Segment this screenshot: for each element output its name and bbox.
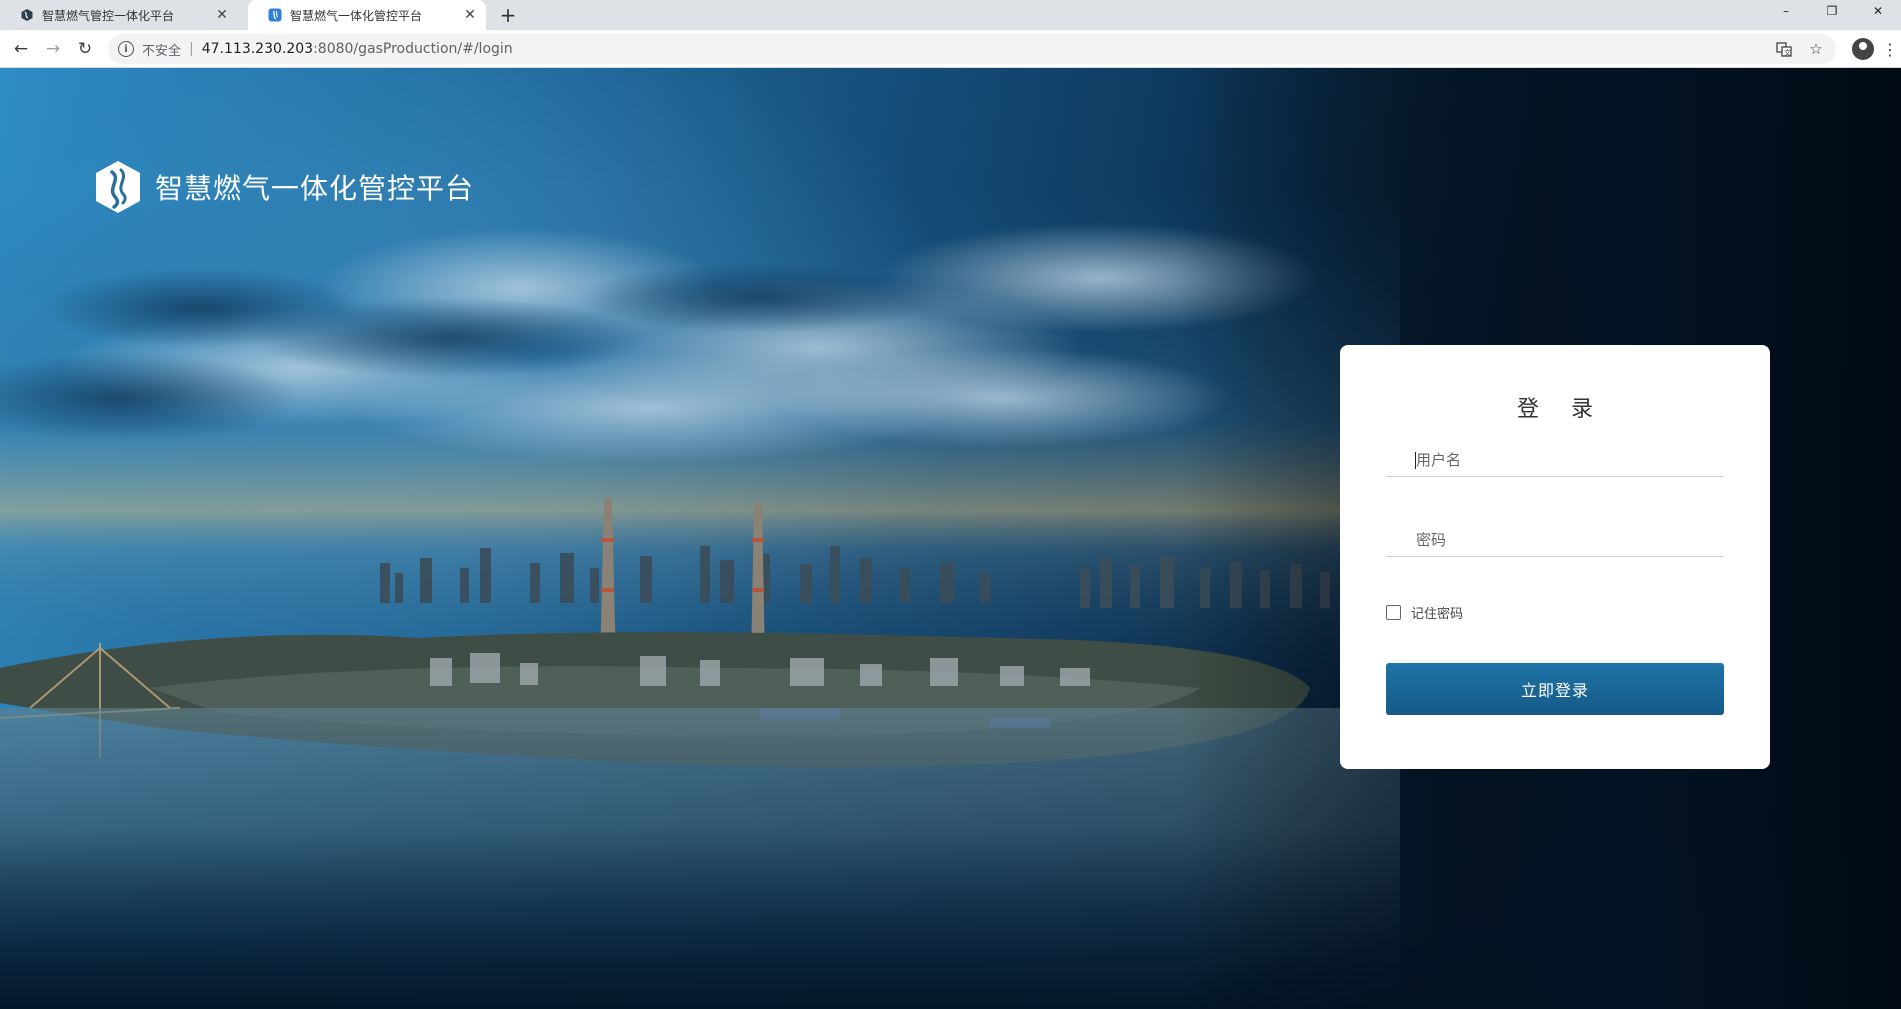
- gas-flame-logo-icon: [96, 161, 140, 213]
- page-viewport: 智慧燃气一体化管控平台 登录 记住密码 立即登录: [0, 68, 1901, 1009]
- omnibox-actions: 文 ☆: [1774, 39, 1826, 59]
- tab-strip: 智慧燃气管控一体化平台 ✕ 智慧燃气一体化管控平台 ✕ + – ❐ ✕: [0, 0, 1901, 30]
- tab-inactive[interactable]: 智慧燃气管控一体化平台 ✕: [0, 0, 238, 30]
- site-logo-icon: [268, 8, 282, 22]
- username-input[interactable]: [1386, 443, 1724, 476]
- close-window-icon[interactable]: ✕: [1855, 0, 1901, 22]
- platform-name: 智慧燃气一体化管控平台: [155, 172, 475, 205]
- separator: |: [189, 41, 194, 57]
- back-arrow-icon[interactable]: ←: [8, 36, 34, 62]
- text-cursor: [1415, 452, 1416, 469]
- more-menu-icon[interactable]: ⋮: [1882, 38, 1898, 60]
- site-logo-icon: [21, 9, 33, 21]
- bookmark-star-icon[interactable]: ☆: [1806, 39, 1826, 59]
- username-field[interactable]: [1386, 443, 1724, 477]
- new-tab-plus-icon[interactable]: +: [496, 3, 520, 27]
- restore-icon[interactable]: ❐: [1809, 0, 1855, 22]
- tab-active[interactable]: 智慧燃气一体化管控平台 ✕: [248, 0, 486, 30]
- remember-password-checkbox[interactable]: [1386, 605, 1401, 620]
- tab-close-icon[interactable]: ✕: [462, 7, 478, 23]
- tab-title: 智慧燃气管控一体化平台: [42, 8, 175, 23]
- window-controls: – ❐ ✕: [1763, 0, 1901, 22]
- svg-text:文: 文: [1784, 48, 1791, 57]
- browser-window: 智慧燃气管控一体化平台 ✕ 智慧燃气一体化管控平台 ✕ + – ❐ ✕ ← → …: [0, 0, 1901, 1009]
- minimize-icon[interactable]: –: [1763, 0, 1809, 22]
- remember-password[interactable]: 记住密码: [1386, 603, 1463, 622]
- address-bar[interactable]: i 不安全 | 47.113.230.203:8080/gasProductio…: [108, 34, 1836, 64]
- password-input[interactable]: [1386, 523, 1724, 556]
- url-path: :8080/gasProduction/#/login: [313, 41, 513, 57]
- info-icon[interactable]: i: [118, 41, 134, 57]
- login-button[interactable]: 立即登录: [1386, 663, 1724, 715]
- browser-toolbar: ← → ↻ i 不安全 | 47.113.230.203:8080/gasPro…: [0, 30, 1901, 68]
- login-title: 登录: [1516, 397, 1625, 422]
- security-status[interactable]: 不安全: [142, 40, 181, 59]
- profile-avatar-icon[interactable]: [1852, 38, 1874, 60]
- password-field[interactable]: [1386, 523, 1724, 557]
- tab-title: 智慧燃气一体化管控平台: [290, 8, 423, 23]
- forward-arrow-icon[interactable]: →: [40, 36, 66, 62]
- reload-icon[interactable]: ↻: [72, 36, 98, 62]
- tab-close-icon[interactable]: ✕: [214, 7, 230, 23]
- login-card: 登录 记住密码 立即登录: [1340, 345, 1770, 769]
- remember-password-label[interactable]: 记住密码: [1411, 603, 1463, 622]
- translate-icon[interactable]: 文: [1774, 39, 1794, 59]
- brand-header: 智慧燃气一体化管控平台: [95, 160, 474, 214]
- url-text[interactable]: 47.113.230.203:8080/gasProduction/#/logi…: [202, 41, 513, 57]
- url-host: 47.113.230.203: [201, 41, 314, 57]
